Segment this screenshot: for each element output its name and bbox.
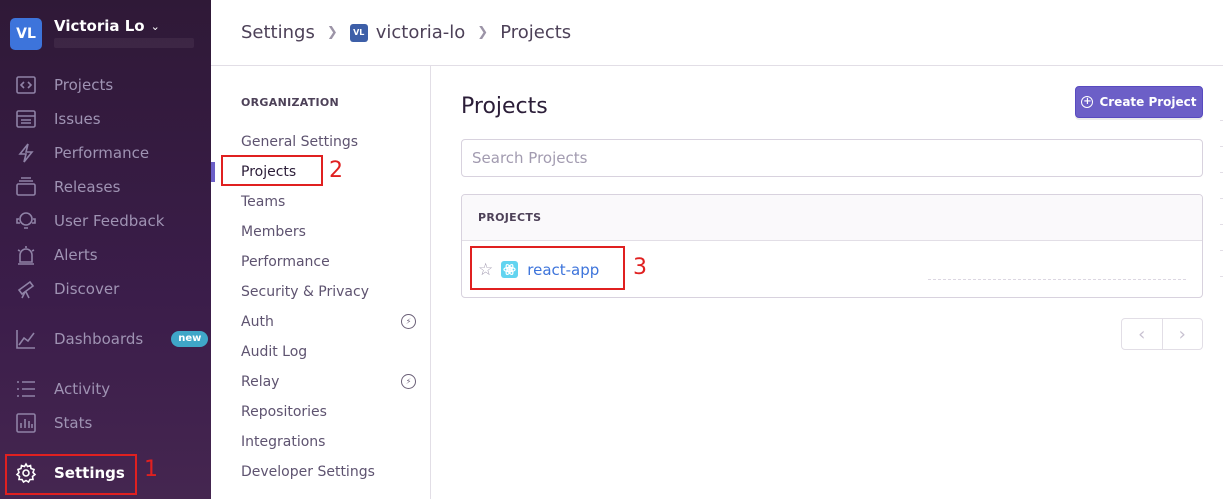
- org-subtitle-placeholder: [54, 38, 194, 48]
- sidebar-item-label: Stats: [54, 414, 93, 432]
- sidebar-item-label: Dashboards: [54, 330, 144, 348]
- pagination: ‹ ›: [1121, 318, 1203, 350]
- stats-icon: [14, 411, 38, 435]
- breadcrumb-org[interactable]: victoria-lo: [376, 22, 466, 43]
- telescope-icon: [14, 277, 38, 301]
- lightning-circle-icon: ⚡: [401, 314, 416, 329]
- settings-subnav: ORGANIZATION General Settings Projects T…: [211, 66, 431, 499]
- annotation-box-react-app: [470, 246, 625, 290]
- add-circle-icon: +: [1081, 96, 1094, 108]
- sidebar-item-stats[interactable]: Stats: [0, 406, 211, 440]
- next-page-button[interactable]: ›: [1163, 319, 1203, 349]
- lightning-icon: [14, 141, 38, 165]
- sidebar-item-user-feedback[interactable]: User Feedback: [0, 204, 211, 238]
- breadcrumb-projects[interactable]: Projects: [500, 22, 571, 43]
- breadcrumb: Settings ❯ VL victoria-lo ❯ Projects: [211, 0, 1223, 66]
- sidebar-item-label: Alerts: [54, 246, 98, 264]
- subnav-item-performance[interactable]: Performance: [241, 252, 416, 272]
- subnav-item-integrations[interactable]: Integrations: [241, 432, 416, 452]
- chevron-right-icon: ❯: [477, 25, 489, 40]
- project-sparkline: [928, 279, 1186, 280]
- list-icon: [14, 377, 38, 401]
- org-avatar: VL: [10, 18, 42, 50]
- lightning-circle-icon: ⚡: [401, 374, 416, 389]
- org-badge: VL: [349, 23, 368, 42]
- subnav-item-label: Relay: [241, 374, 280, 390]
- chevron-right-icon: ❯: [326, 25, 338, 40]
- panel-heading: PROJECTS: [462, 195, 1202, 241]
- breadcrumb-settings[interactable]: Settings: [241, 22, 315, 43]
- sidebar-item-dashboards[interactable]: Dashboards new: [0, 322, 211, 356]
- sidebar-item-label: Issues: [54, 110, 101, 128]
- subnav-item-developer-settings[interactable]: Developer Settings: [241, 462, 416, 482]
- projects-icon: [14, 73, 38, 97]
- subnav-item-relay[interactable]: Relay ⚡: [241, 372, 416, 392]
- annotation-number-3: 3: [633, 255, 647, 280]
- sidebar: VL Victoria Lo ⌄ Projects Issues Perform…: [0, 0, 211, 499]
- chevron-down-icon: ⌄: [150, 19, 160, 33]
- subnav-item-audit-log[interactable]: Audit Log: [241, 342, 416, 362]
- sidebar-item-discover[interactable]: Discover: [0, 272, 211, 306]
- sidebar-item-label: Discover: [54, 280, 120, 298]
- new-badge: new: [171, 331, 209, 347]
- annotation-number-1: 1: [144, 457, 158, 482]
- annotation-box-settings: [5, 454, 137, 495]
- sidebar-item-issues[interactable]: Issues: [0, 102, 211, 136]
- page-title: Projects: [461, 94, 548, 119]
- create-project-label: Create Project: [1099, 95, 1197, 109]
- search-projects-input[interactable]: [461, 139, 1203, 177]
- issues-icon: [14, 107, 38, 131]
- sidebar-item-label: Projects: [54, 76, 114, 94]
- sidebar-item-label: Activity: [54, 380, 111, 398]
- graph-icon: [14, 327, 38, 351]
- subnav-item-auth[interactable]: Auth ⚡: [241, 312, 416, 332]
- subnav-item-security-privacy[interactable]: Security & Privacy: [241, 282, 416, 302]
- subnav-item-general-settings[interactable]: General Settings: [241, 132, 416, 152]
- subnav-item-teams[interactable]: Teams: [241, 192, 416, 212]
- sidebar-item-label: Releases: [54, 178, 121, 196]
- sidebar-item-releases[interactable]: Releases: [0, 170, 211, 204]
- sidebar-item-alerts[interactable]: Alerts: [0, 238, 211, 272]
- annotation-number-2: 2: [329, 158, 343, 183]
- subnav-heading: ORGANIZATION: [241, 96, 340, 109]
- annotation-box-projects: [221, 155, 323, 186]
- prev-page-button[interactable]: ‹: [1122, 319, 1163, 349]
- sidebar-item-label: Performance: [54, 144, 150, 162]
- subnav-item-members[interactable]: Members: [241, 222, 416, 242]
- sidebar-item-performance[interactable]: Performance: [0, 136, 211, 170]
- subnav-item-label: Auth: [241, 314, 274, 330]
- releases-icon: [14, 175, 38, 199]
- subnav-item-repositories[interactable]: Repositories: [241, 402, 416, 422]
- org-name: Victoria Lo: [54, 17, 145, 35]
- create-project-button[interactable]: + Create Project: [1075, 86, 1203, 118]
- sidebar-item-label: User Feedback: [54, 212, 165, 230]
- active-indicator: [211, 162, 215, 182]
- feedback-icon: [14, 209, 38, 233]
- siren-icon: [14, 243, 38, 267]
- sidebar-item-activity[interactable]: Activity: [0, 372, 211, 406]
- sidebar-item-projects[interactable]: Projects: [0, 68, 211, 102]
